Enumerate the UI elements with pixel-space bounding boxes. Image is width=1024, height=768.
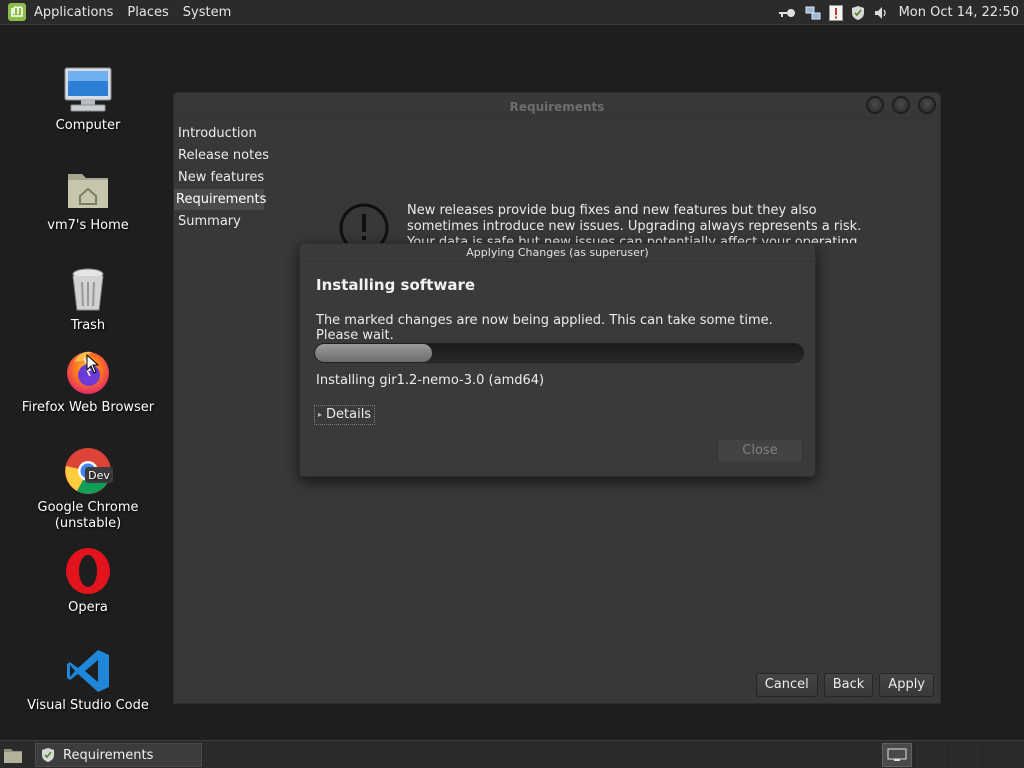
menu-places[interactable]: Places (120, 0, 175, 25)
desktop-icon-label: Trash (70, 318, 106, 333)
trash-icon (72, 268, 104, 311)
network-icon[interactable] (805, 5, 821, 21)
maximize-button[interactable] (892, 96, 910, 114)
expander-arrow-icon: ▸ (318, 410, 323, 419)
mint-menu-icon[interactable] (7, 2, 27, 22)
sidebar-item-release-notes[interactable]: Release notes (174, 145, 269, 166)
window-titlebar[interactable]: Requirements (174, 93, 940, 121)
apply-button[interactable]: Apply (879, 673, 934, 697)
taskbar-item-label: Requirements (63, 747, 154, 763)
volume-icon[interactable] (873, 5, 889, 21)
clock[interactable]: Mon Oct 14, 22:50 (899, 5, 1019, 20)
desktop-icon-trash[interactable]: Trash (3, 266, 173, 334)
window-button-row: Cancel Back Apply (750, 673, 934, 697)
desktop-icon-label: Opera (68, 600, 108, 615)
show-desktop-icon[interactable] (3, 746, 23, 764)
sidebar-item-introduction[interactable]: Introduction (174, 123, 269, 144)
opera-icon (66, 548, 110, 594)
shield-icon[interactable] (851, 5, 865, 21)
taskbar-item-requirements[interactable]: Requirements (35, 743, 202, 767)
applying-changes-dialog: Applying Changes (as superuser) Installi… (299, 243, 816, 477)
window-controls (858, 96, 936, 114)
cancel-button[interactable]: Cancel (755, 673, 818, 697)
desktop-icon-chrome[interactable]: Dev Google Chrome (unstable) (3, 446, 173, 532)
chrome-dev-icon: Dev (65, 448, 113, 494)
computer-icon (64, 67, 112, 112)
key-icon[interactable] (777, 6, 797, 20)
progress-fill (315, 344, 433, 362)
desktop-icon-label: Computer (55, 118, 121, 133)
close-button[interactable]: Close (717, 439, 803, 463)
desktop-icon-vscode[interactable]: Visual Studio Code (3, 648, 173, 714)
workspace-switcher-active[interactable] (882, 743, 912, 767)
desktop-icon-home[interactable]: vm7's Home (3, 166, 173, 234)
window-title: Requirements (509, 100, 605, 114)
warning-text: New releases provide bug fixes and new f… (407, 203, 862, 243)
home-folder-icon (68, 174, 108, 208)
desktop-icon-computer[interactable]: Computer (3, 66, 173, 134)
back-button[interactable]: Back (823, 673, 874, 697)
progress-bar (314, 343, 804, 363)
dialog-message: The marked changes are now being applied… (316, 313, 773, 343)
sidebar-item-new-features[interactable]: New features (174, 167, 269, 188)
workspace-slot[interactable] (948, 743, 982, 767)
dialog-heading: Installing software (316, 276, 476, 294)
desktop-icon-label: vm7's Home (47, 218, 129, 233)
desktop-icon-opera[interactable]: Opera (3, 546, 173, 616)
step-sidebar: Introduction Release notes New features … (174, 123, 269, 233)
install-status: Installing gir1.2-nemo-3.0 (amd64) (316, 373, 545, 388)
details-expander[interactable]: ▸ Details (314, 405, 376, 425)
desktop-icon-label: Firefox Web Browser (21, 400, 155, 415)
window-preview-icon (887, 748, 907, 761)
update-alert-icon[interactable] (828, 4, 843, 21)
system-tray: Mon Oct 14, 22:50 (777, 0, 1024, 25)
shield-icon (41, 747, 55, 763)
mouse-cursor-icon (86, 354, 100, 374)
desktop-icon-label: Google Chrome (unstable) (37, 500, 139, 531)
dialog-title[interactable]: Applying Changes (as superuser) (300, 244, 815, 262)
menu-system[interactable]: System (176, 0, 238, 25)
workspace-slot[interactable] (914, 743, 948, 767)
close-window-button[interactable] (918, 96, 936, 114)
details-label: Details (326, 407, 372, 422)
top-panel: Applications Places System Mon Oct 14, 2… (0, 0, 1024, 25)
desktop-icon-label: Visual Studio Code (27, 698, 149, 713)
menu-applications[interactable]: Applications (27, 0, 120, 25)
bottom-taskbar: Requirements (0, 740, 1024, 768)
workspace-slot[interactable] (982, 743, 1016, 767)
sidebar-item-requirements[interactable]: Requirements (174, 189, 266, 210)
minimize-button[interactable] (866, 96, 884, 114)
vscode-icon (67, 650, 109, 692)
chrome-dev-badge: Dev (88, 469, 110, 482)
sidebar-item-summary[interactable]: Summary (174, 211, 269, 232)
